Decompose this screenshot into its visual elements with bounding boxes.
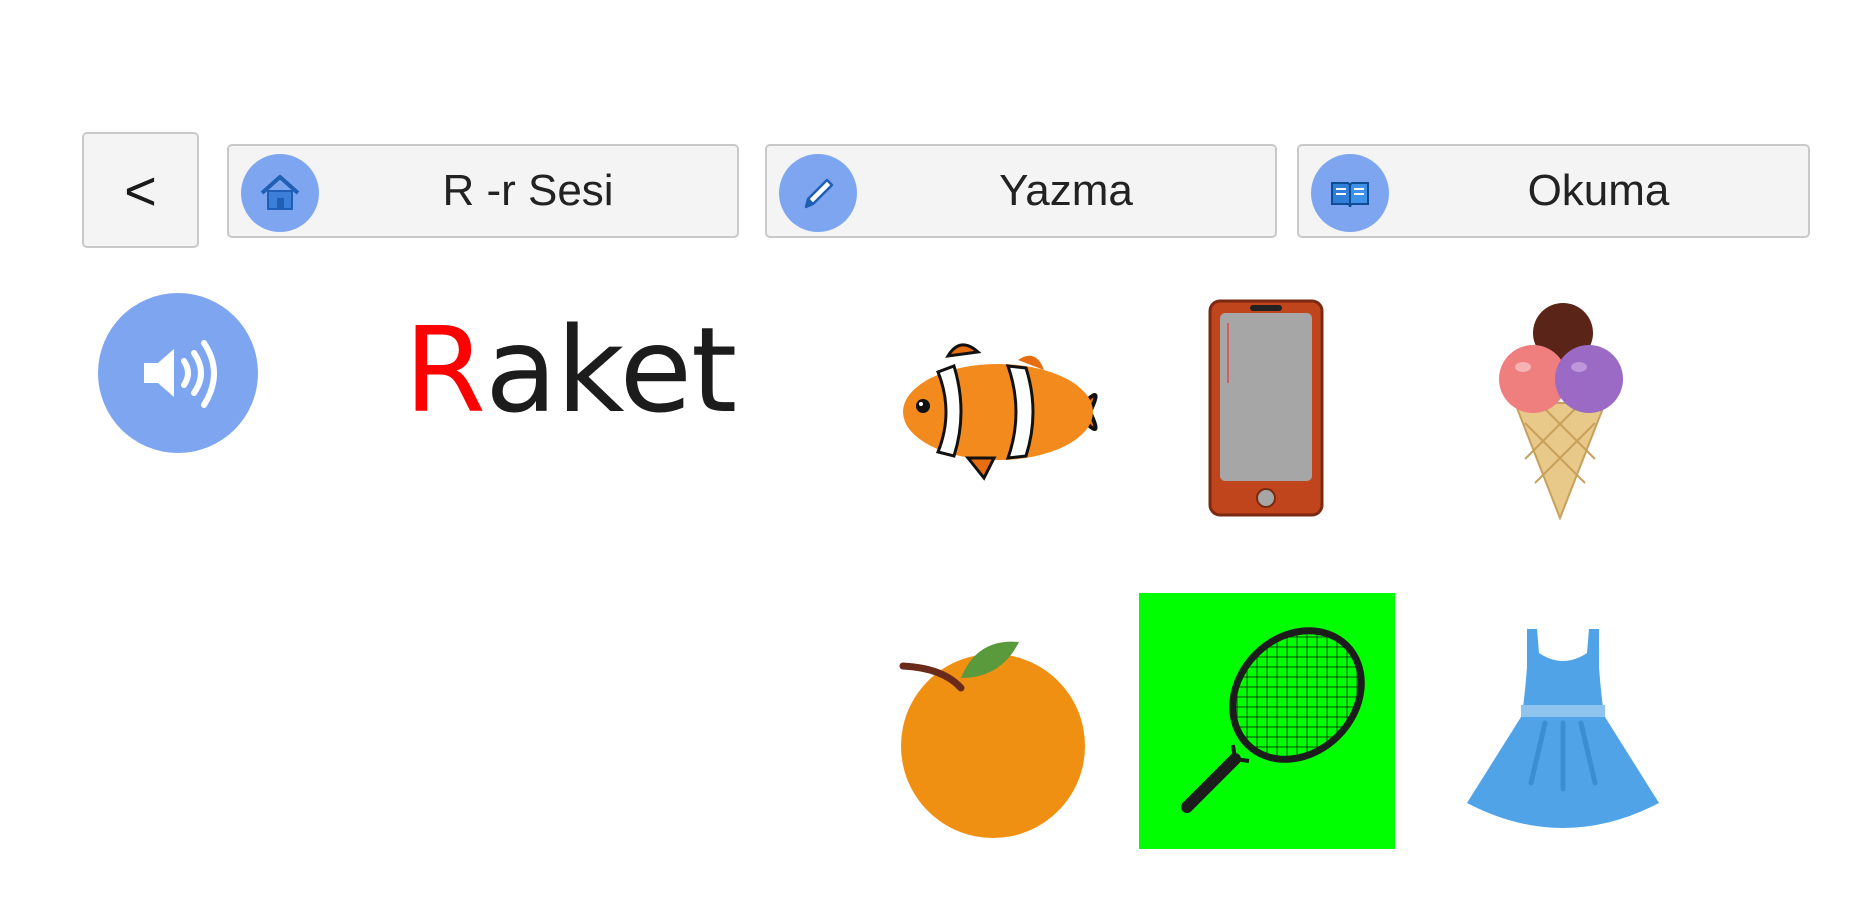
choice-phone[interactable] bbox=[1140, 280, 1396, 536]
back-button[interactable]: < bbox=[82, 132, 199, 248]
phone-icon bbox=[1208, 299, 1324, 517]
back-button-label: < bbox=[124, 158, 157, 222]
dress-icon bbox=[1467, 629, 1659, 828]
choice-clownfish[interactable] bbox=[855, 280, 1111, 536]
choice-ice-cream[interactable] bbox=[1432, 280, 1688, 536]
home-button-label: R -r Sesi bbox=[442, 166, 614, 215]
choice-racket[interactable] bbox=[1139, 593, 1395, 849]
ice-cream-icon bbox=[1499, 303, 1623, 521]
target-word-rest: aket bbox=[485, 301, 737, 439]
pencil-icon bbox=[779, 154, 857, 232]
clownfish-icon bbox=[903, 343, 1098, 481]
writing-button-label: Yazma bbox=[999, 166, 1133, 215]
target-word-first-letter: R bbox=[404, 301, 486, 439]
writing-button[interactable]: Yazma bbox=[765, 144, 1277, 238]
reading-button[interactable]: Okuma bbox=[1297, 144, 1810, 238]
tennis-racket-icon bbox=[1181, 627, 1365, 813]
home-icon bbox=[241, 154, 319, 232]
orange-icon bbox=[899, 641, 1085, 838]
book-icon bbox=[1311, 154, 1389, 232]
choice-orange[interactable] bbox=[855, 600, 1111, 856]
reading-button-label: Okuma bbox=[1527, 166, 1670, 215]
speaker-icon bbox=[144, 340, 217, 408]
home-button[interactable]: R -r Sesi bbox=[227, 144, 739, 238]
target-word: Raket bbox=[404, 300, 737, 440]
play-sound-button[interactable] bbox=[98, 293, 258, 453]
choice-dress[interactable] bbox=[1435, 600, 1691, 856]
